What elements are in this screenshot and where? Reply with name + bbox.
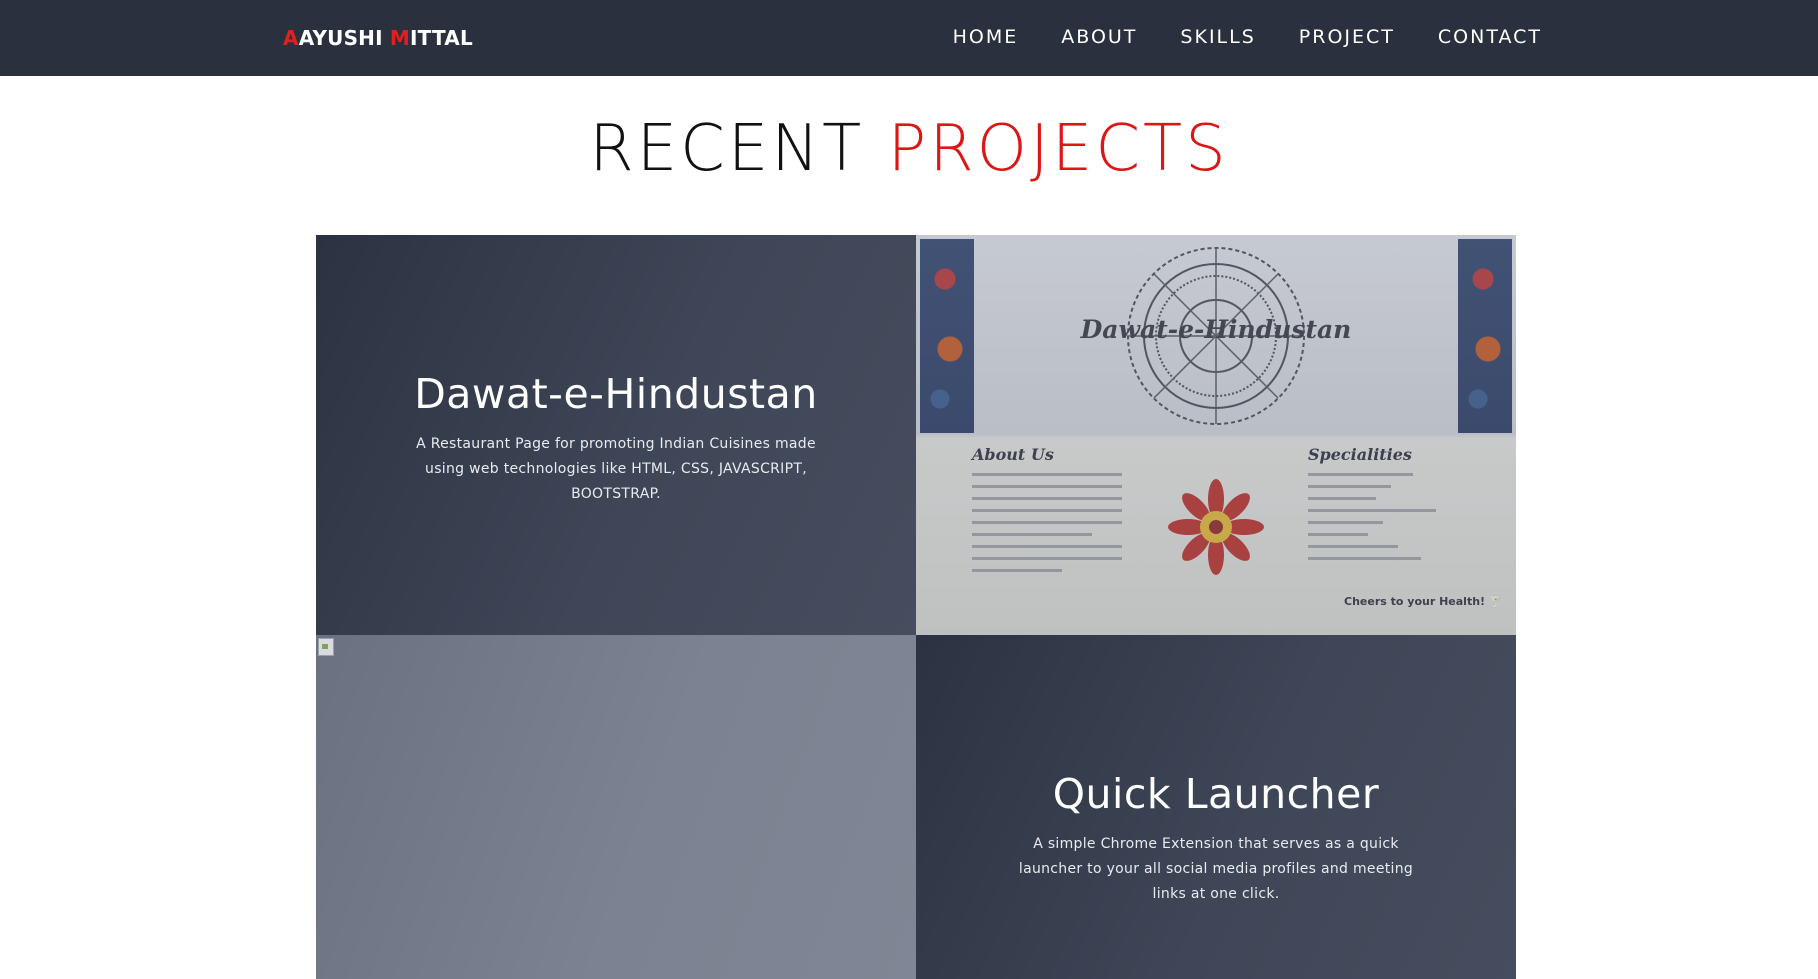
brand-logo[interactable]: AAYUSHI MITTAL xyxy=(283,26,473,50)
section-title: RECENT PROJECTS xyxy=(0,112,1818,186)
brand-initial-first: A xyxy=(283,26,299,50)
project-description: A simple Chrome Extension that serves as… xyxy=(1018,836,1414,902)
nav-project[interactable]: PROJECT xyxy=(1299,26,1395,48)
broken-image-icon xyxy=(318,638,334,656)
broken-image-placeholder xyxy=(316,635,916,979)
project-image-dawat[interactable]: Dawat-e-Hindustan About Us Specialities … xyxy=(916,235,1516,635)
nav-skills[interactable]: SKILLS xyxy=(1180,26,1255,48)
section-title-accent: PROJECTS xyxy=(887,112,1229,186)
project-info: Quick Launcher A simple Chrome Extension… xyxy=(916,770,1516,907)
brand-last-name: ITTAL xyxy=(410,26,473,50)
section-title-main: RECENT xyxy=(589,112,888,186)
nav-home[interactable]: HOME xyxy=(953,26,1019,48)
project-title: Quick Launcher xyxy=(1052,770,1380,818)
project-card-dawat[interactable]: Dawat-e-Hindustan A Restaurant Page for … xyxy=(316,235,916,635)
project-image-quick-launcher[interactable] xyxy=(316,635,916,979)
nav-contact[interactable]: CONTACT xyxy=(1438,26,1542,48)
nav-links: HOME ABOUT SKILLS PROJECT CONTACT xyxy=(953,26,1542,48)
brand-first-name: AYUSHI xyxy=(298,26,390,50)
nav-about[interactable]: ABOUT xyxy=(1061,26,1137,48)
website-preview: Dawat-e-Hindustan About Us Specialities … xyxy=(916,235,1516,635)
project-title: Dawat-e-Hindustan xyxy=(414,370,818,418)
projects-grid: Dawat-e-Hindustan A Restaurant Page for … xyxy=(316,235,1516,979)
project-info: Dawat-e-Hindustan A Restaurant Page for … xyxy=(316,370,916,507)
image-overlay xyxy=(916,235,1516,635)
navbar: AAYUSHI MITTAL HOME ABOUT SKILLS PROJECT… xyxy=(0,0,1818,76)
project-card-quick-launcher[interactable]: Quick Launcher A simple Chrome Extension… xyxy=(916,635,1516,979)
brand-initial-last: M xyxy=(389,26,411,50)
project-description: A Restaurant Page for promoting Indian C… xyxy=(416,436,816,502)
